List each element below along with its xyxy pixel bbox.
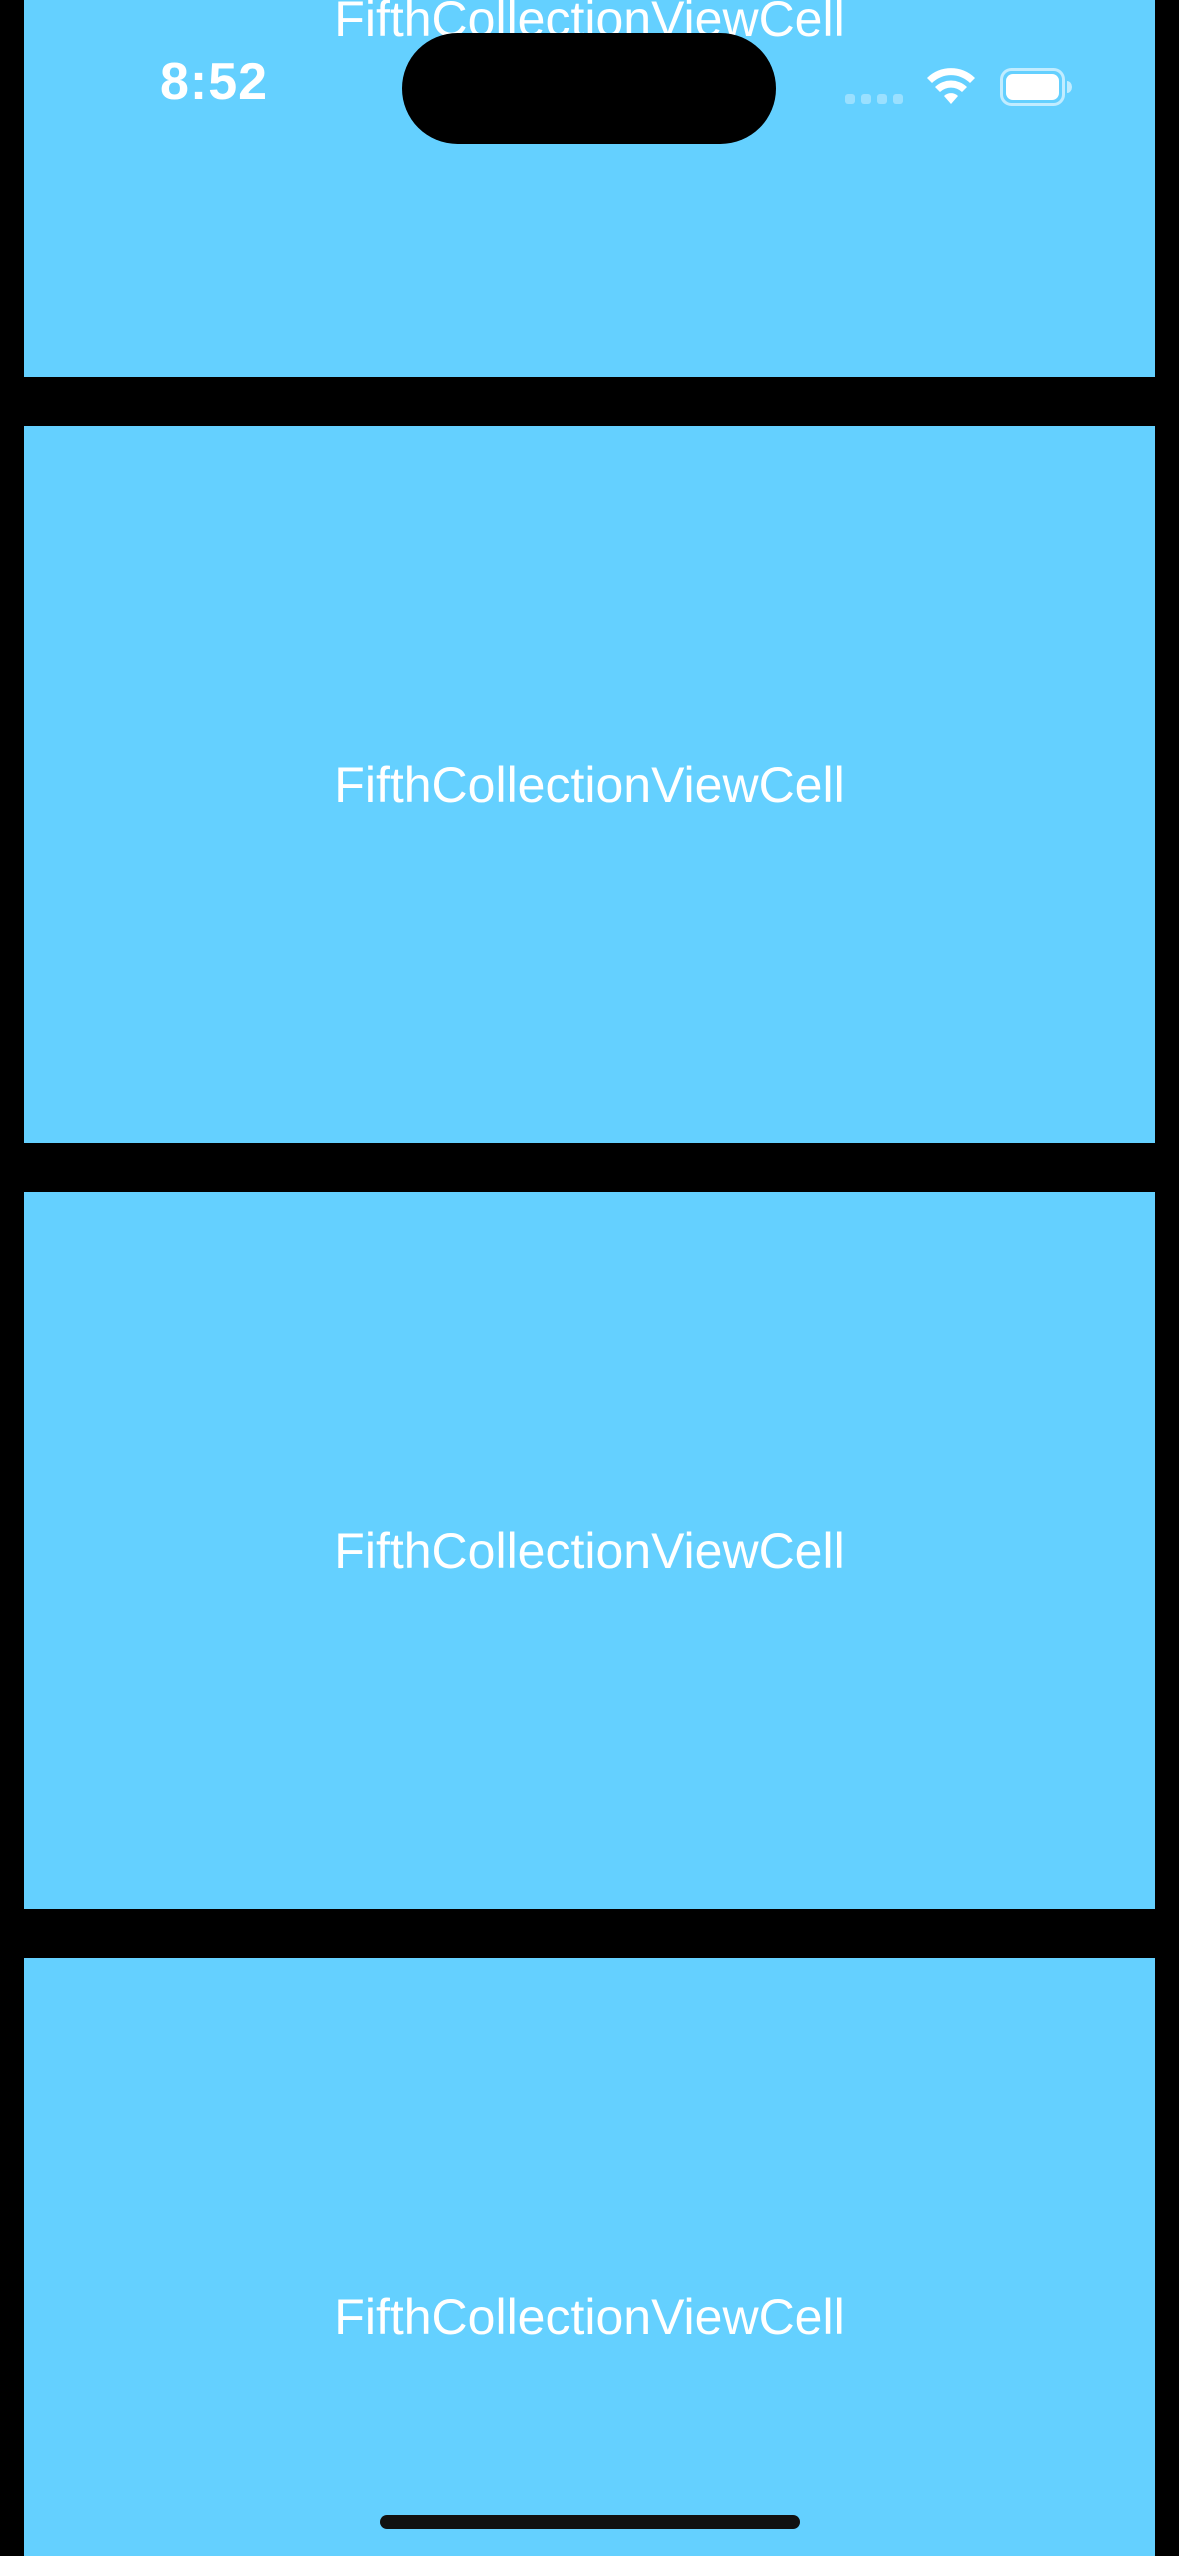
collection-cell[interactable]: FifthCollectionViewCell [24,1192,1155,1909]
cell-label: FifthCollectionViewCell [334,1522,845,1579]
cell-label: FifthCollectionViewCell [334,756,845,813]
collection-cell[interactable]: FifthCollectionViewCell [24,1958,1155,2556]
collection-cell[interactable]: FifthCollectionViewCell [24,426,1155,1143]
scroll-indicator[interactable] [1161,1478,1169,1798]
status-time: 8:52 [160,53,269,111]
wifi-icon [927,68,975,104]
home-indicator[interactable] [380,2515,800,2529]
cellular-signal-icon [845,94,903,104]
screen: FifthCollectionViewCell FifthCollectionV… [0,0,1179,2556]
cell-label: FifthCollectionViewCell [334,2288,845,2345]
dynamic-island [402,33,776,144]
battery-icon [1000,68,1072,106]
